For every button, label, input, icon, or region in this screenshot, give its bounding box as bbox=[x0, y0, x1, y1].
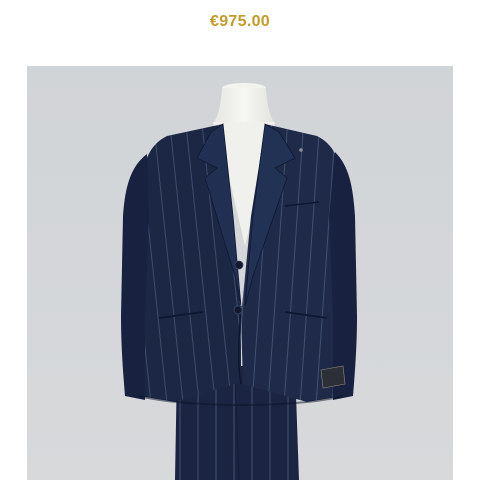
jacket-button-bottom bbox=[233, 305, 243, 315]
mannequin-neck bbox=[213, 88, 275, 124]
product-price: €975.00 bbox=[210, 13, 270, 30]
jacket-button-top bbox=[234, 260, 244, 270]
lapel-pin bbox=[299, 148, 303, 152]
suit-photo bbox=[27, 66, 453, 480]
price-bar: €975.00 bbox=[0, 0, 480, 66]
sleeve-label bbox=[320, 365, 346, 389]
product-image[interactable] bbox=[27, 66, 453, 480]
product-page: €975.00 bbox=[0, 0, 480, 480]
